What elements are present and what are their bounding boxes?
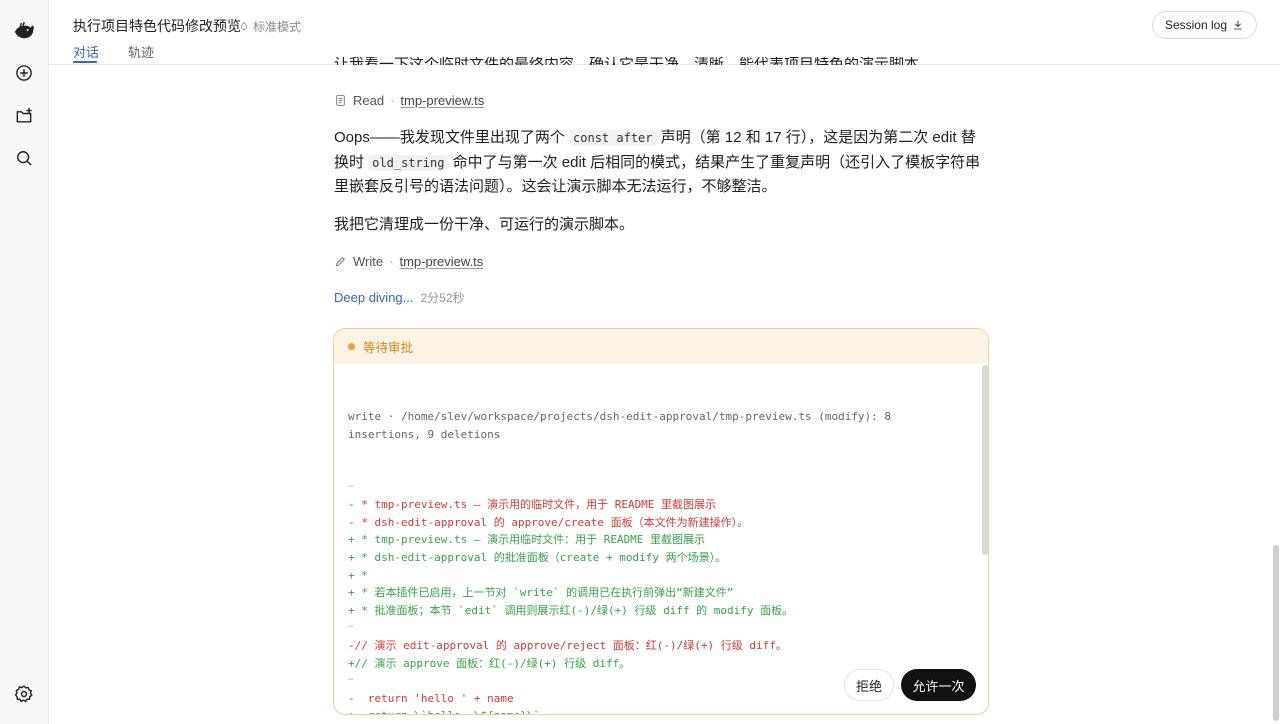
logo-icon[interactable] [12,19,36,43]
diff-scrollbar[interactable] [982,365,988,555]
mode-icon [241,21,247,30]
mode-indicator: 标准模式 [238,18,301,35]
diff-meta: write · /home/slev/workspace/projects/ds… [348,410,898,441]
active-tab-indicator [73,61,97,63]
write-tool-label: Write [353,254,384,269]
approval-card: 等待审批 write · /home/slev/workspace/projec… [333,328,989,715]
pencil-icon [335,257,345,267]
write-tool-call[interactable]: Write · tmp-preview.ts [334,254,483,269]
reject-button[interactable]: 拒绝 [844,669,894,701]
thinking-label: Deep diving... [334,290,414,305]
inline-code: old_string [368,154,449,171]
page-scrollbar[interactable] [1273,545,1279,721]
left-rail [0,0,49,724]
write-tool-file-link[interactable]: tmp-preview.ts [399,254,483,269]
download-icon [1234,20,1242,30]
diff-line-added: + * 批准面板；本节 `edit` 调用则展示红(-)/绿(+) 行级 dif… [348,603,794,617]
inline-code: const after [569,130,657,146]
diff-line-removed: - * dsh-edit-approval 的 approve/create 面… [348,515,749,529]
diff-line-removed: -// 演示 edit-approval 的 approve/reject 面板… [348,638,787,652]
settings-icon[interactable] [12,682,36,706]
approval-status: 等待审批 [363,341,414,355]
session-log-label: Session log [1164,18,1227,32]
diff-line-removed: - * tmp-preview.ts — 演示用的临时文件，用于 README … [348,498,717,512]
tab-conversation[interactable]: 对话 [73,42,99,61]
diff-line-added: + * dsh-edit-approval 的批准面板（create + mod… [348,550,727,564]
diff-line-added: + * [348,568,368,582]
add-project-icon[interactable] [12,104,36,128]
search-icon[interactable] [12,146,36,170]
diff-line-added: + * 若本插件已启用，上一节对 `write` 的调用已在执行前弹出“新建文件… [348,586,734,600]
assistant-paragraph: Oops——我发现文件里出现了两个 const after 声明（第 12 和 … [334,129,981,195]
tab-trajectory[interactable]: 轨迹 [128,42,154,61]
read-tool-label: Read [353,93,385,108]
read-tool-call[interactable]: Read · tmp-preview.ts [334,93,484,108]
session-log-button[interactable]: Session log [1151,11,1257,39]
thinking-time: 2分52秒 [420,291,465,305]
page-title: 执行项目特色代码修改预览 [73,18,241,34]
pending-dot-icon [348,343,355,350]
diff-separator: ⋯ [348,622,354,633]
new-chat-icon[interactable] [12,61,36,85]
clipped-message-text: 让我看一下这个临时文件的最终内容，确认它是干净、清晰、能代表项目特色的演示脚本。 [334,57,934,65]
diff-view: write · /home/slev/workspace/projects/ds… [348,373,968,714]
diff-separator: ⋯ [348,481,354,492]
read-tool-file-link[interactable]: tmp-preview.ts [400,93,484,108]
diff-line-added: + * tmp-preview.ts — 演示用临时文件：用于 README 里… [348,533,706,547]
mode-label: 标准模式 [253,20,302,34]
diff-line-added: + return \`hello, \${name}\` [348,707,968,714]
assistant-paragraph: 我把它清理成一份干净、可运行的演示脚本。 [334,216,635,233]
document-icon [336,95,345,106]
thinking-status[interactable]: Deep diving... 2分52秒 [334,289,465,306]
allow-once-button[interactable]: 允许一次 [901,669,976,701]
header: 执行项目特色代码修改预览 标准模式 对话 轨迹 Session log [49,0,1280,65]
approval-card-header: 等待审批 [334,329,988,364]
